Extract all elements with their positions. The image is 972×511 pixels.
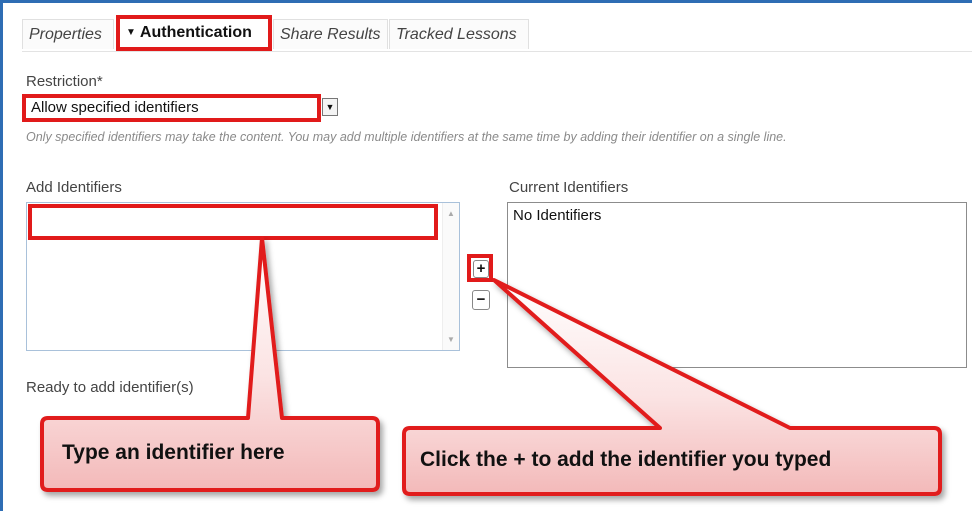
callout-add-text: Click the + to add the identifier you ty… [420, 448, 832, 471]
callout-input-text: Type an identifier here [62, 441, 285, 464]
callout-graphics [40, 236, 942, 496]
